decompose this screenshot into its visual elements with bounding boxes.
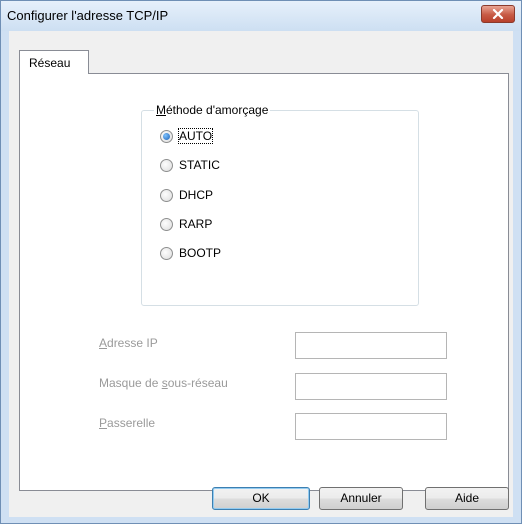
radio-checked-dot — [163, 132, 170, 140]
radio-bootp-label: BOOTP — [179, 246, 222, 260]
radio-bootp-indicator[interactable] — [160, 246, 173, 260]
radio-static-label: STATIC — [179, 158, 220, 172]
radio-rarp-indicator[interactable] — [160, 217, 173, 231]
ip-address-input[interactable] — [295, 332, 447, 359]
gateway-label-rest: asserelle — [107, 416, 156, 430]
legend-rest: éthode d'amorçage — [166, 103, 269, 117]
radio-auto-indicator[interactable] — [160, 129, 173, 143]
ip-label-rest: dresse IP — [107, 336, 158, 350]
radio-rarp[interactable]: RARP — [160, 216, 212, 232]
title-bar[interactable]: Configurer l'adresse TCP/IP — [1, 1, 521, 31]
window-title: Configurer l'adresse TCP/IP — [7, 8, 169, 23]
dialog-window: Configurer l'adresse TCP/IP Réseau Métho… — [0, 0, 522, 524]
subnet-mask-input[interactable] — [295, 373, 447, 400]
ok-button[interactable]: OK — [212, 487, 310, 510]
gateway-input[interactable] — [295, 413, 447, 440]
gateway-mnemonic: P — [99, 416, 108, 430]
radio-static-indicator[interactable] — [160, 158, 173, 172]
close-button[interactable] — [481, 5, 515, 23]
radio-auto[interactable]: AUTO — [160, 128, 214, 144]
mask-label-post: ous-réseau — [167, 376, 228, 390]
subnet-mask-label: Masque de sous-réseau — [99, 376, 228, 390]
boot-method-legend: Méthode d'amorçage — [154, 103, 271, 117]
radio-dhcp-indicator[interactable] — [160, 188, 173, 202]
gateway-label: Passerelle — [99, 416, 155, 430]
radio-dhcp[interactable]: DHCP — [160, 187, 213, 203]
radio-bootp[interactable]: BOOTP — [160, 245, 221, 261]
tab-panel-reseau: Méthode d'amorçage AUTO STATIC DHCP RARP — [19, 73, 509, 491]
cancel-button[interactable]: Annuler — [319, 487, 403, 510]
mask-label-pre: Masque de — [99, 376, 162, 390]
tab-reseau[interactable]: Réseau — [19, 50, 89, 74]
ip-address-label: Adresse IP — [99, 336, 158, 350]
radio-dhcp-label: DHCP — [179, 188, 214, 202]
help-button[interactable]: Aide — [425, 487, 509, 510]
radio-static[interactable]: STATIC — [160, 157, 220, 173]
radio-auto-label: AUTO — [177, 128, 214, 144]
ip-mnemonic: A — [99, 336, 108, 350]
close-icon — [492, 9, 504, 19]
tab-label: Réseau — [29, 56, 71, 70]
boot-method-group: Méthode d'amorçage AUTO STATIC DHCP RARP — [141, 103, 419, 306]
radio-rarp-label: RARP — [179, 217, 213, 231]
legend-mnemonic: M — [156, 103, 166, 117]
dialog-client-area: Réseau Méthode d'amorçage AUTO STATIC DH… — [9, 31, 513, 517]
